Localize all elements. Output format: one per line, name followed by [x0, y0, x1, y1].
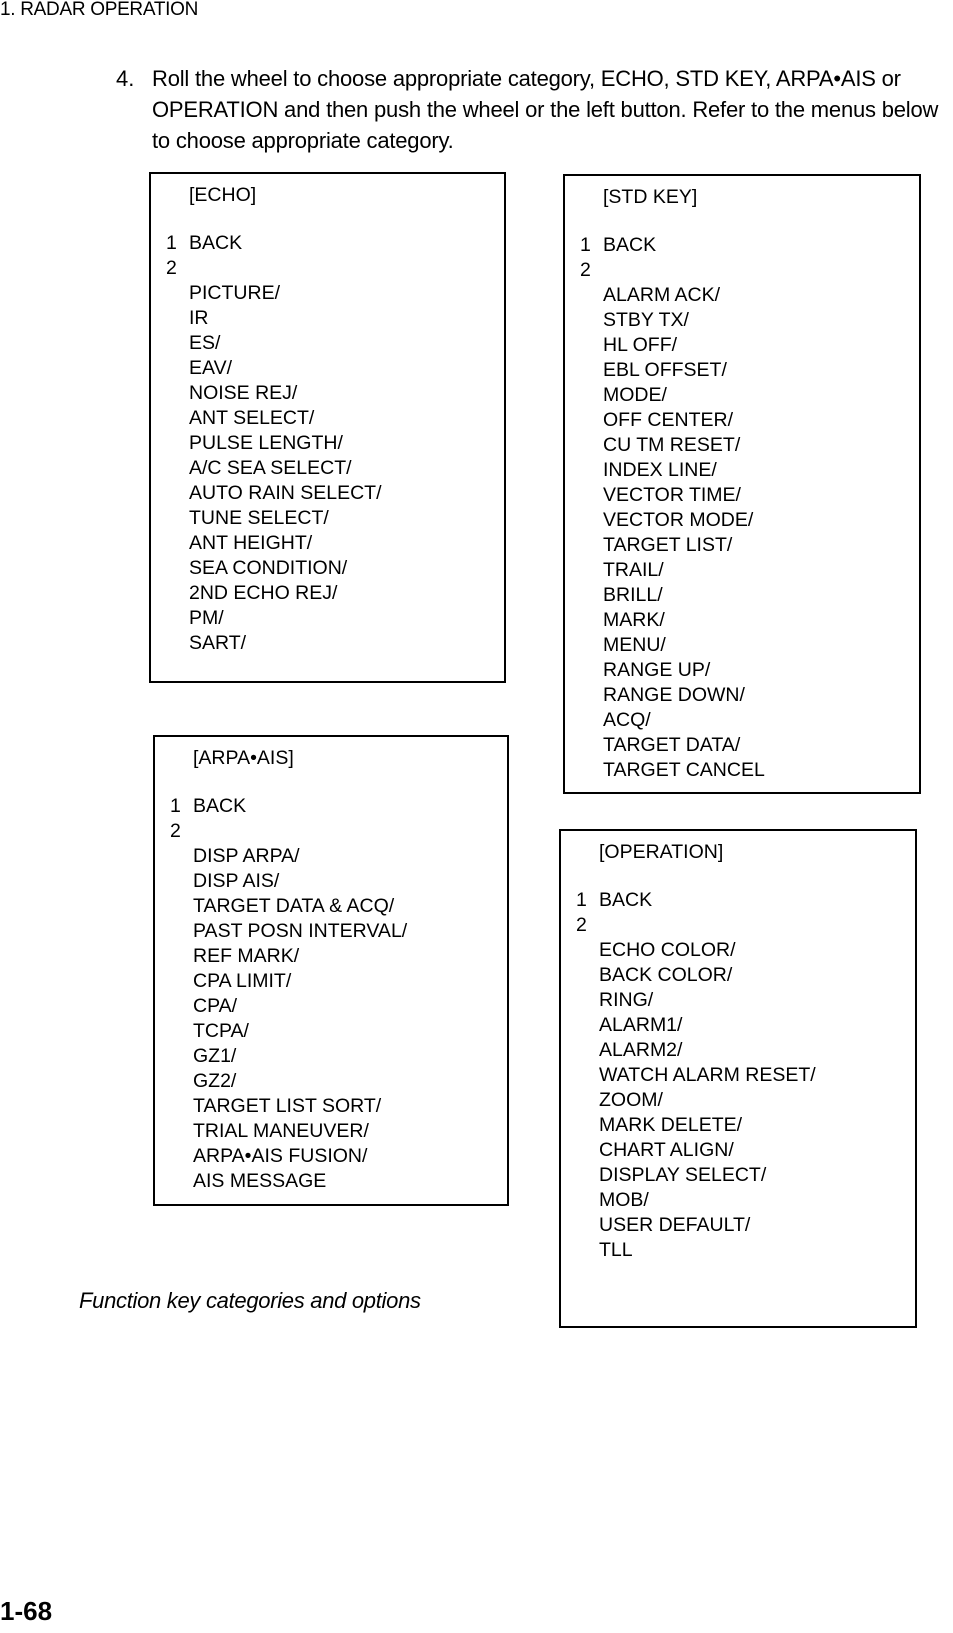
- menu-option: CPA/: [193, 995, 238, 1017]
- menu-option: MENU/: [603, 634, 666, 656]
- menu-option: DISP AIS/: [193, 870, 280, 892]
- menu-option: PAST POSN INTERVAL/: [193, 920, 408, 942]
- menu-option: CHART ALIGN/: [599, 1139, 734, 1161]
- menu-option: DISPLAY SELECT/: [599, 1164, 767, 1186]
- menu-option: TUNE SELECT/: [189, 507, 329, 529]
- menu-option: VECTOR TIME/: [603, 484, 741, 506]
- menu-option: 2ND ECHO REJ/: [189, 582, 338, 604]
- menu-option: ALARM1/: [599, 1014, 683, 1036]
- menu-option: BACK: [599, 889, 653, 911]
- menu-option: GZ2/: [193, 1070, 237, 1092]
- menu-option: PM/: [189, 607, 224, 629]
- menu-option: ALARM2/: [599, 1039, 683, 1061]
- menu-option: REF MARK/: [193, 945, 300, 967]
- menu-option: MODE/: [603, 384, 667, 406]
- menu-option: RING/: [599, 989, 654, 1011]
- menu-option: ES/: [189, 332, 221, 354]
- row-number: 2: [170, 820, 181, 842]
- menu-option: STBY TX/: [603, 309, 689, 331]
- menu-option: TARGET LIST/: [603, 534, 733, 556]
- menu-option: TARGET CANCEL: [603, 759, 765, 781]
- menu-option: ALARM ACK/: [603, 284, 721, 306]
- arpa-ais-menu-box: [ARPA•AIS] 1 BACK 2 DISP ARPA/DISP AIS/TARG…: [153, 735, 509, 1206]
- menu-option: INDEX LINE/: [603, 459, 717, 481]
- chapter-header: 1. RADAR OPERATION: [0, 0, 199, 20]
- menu-option: VECTOR MODE/: [603, 509, 754, 531]
- menu-option: AUTO RAIN SELECT/: [189, 482, 382, 504]
- menu-option: CPA LIMIT/: [193, 970, 292, 992]
- row-number: 2: [166, 257, 177, 279]
- menu-option: WATCH ALARM RESET/: [599, 1064, 816, 1086]
- echo-menu-box: [ECHO] 1 BACK 2 PICTURE/IR ES/EAV/NOISE REJ/…: [149, 172, 506, 683]
- menu-title: [OPERATION]: [599, 841, 724, 863]
- page-number: 1-68: [0, 1596, 53, 1626]
- menu-option: SEA CONDITION/: [189, 557, 348, 579]
- menu-option: NOISE REJ/: [189, 382, 298, 404]
- row-number: 1: [170, 795, 181, 817]
- menu-title: [ECHO]: [189, 184, 257, 206]
- menu-option: BACK: [193, 795, 247, 817]
- menu-option: ANT SELECT/: [189, 407, 315, 429]
- menu-title: [STD KEY]: [603, 186, 698, 208]
- menu-option: USER DEFAULT/: [599, 1214, 751, 1236]
- menu-option: A/C SEA SELECT/: [189, 457, 352, 479]
- menu-option: TARGET LIST SORT/: [193, 1095, 382, 1117]
- menu-option: PULSE LENGTH/: [189, 432, 343, 454]
- menu-option: ZOOM/: [599, 1089, 663, 1111]
- row-number: 2: [580, 259, 591, 281]
- menu-option: TARGET DATA & ACQ/: [193, 895, 395, 917]
- menu-option: CU TM RESET/: [603, 434, 741, 456]
- menu-option: AIS MESSAGE: [193, 1170, 327, 1192]
- menu-option: DISP ARPA/: [193, 845, 300, 867]
- menu-option: EBL OFFSET/: [603, 359, 727, 381]
- menu-option: RANGE UP/: [603, 659, 711, 681]
- menu-option: ARPA•AIS FUSION/: [193, 1145, 368, 1167]
- row-number: 1: [580, 234, 591, 256]
- menu-option: TRIAL MANEUVER/: [193, 1120, 369, 1142]
- figure-caption: Function key categories and options: [79, 1288, 421, 1313]
- menu-option: MARK DELETE/: [599, 1114, 743, 1136]
- menu-option: HL OFF/: [603, 334, 678, 356]
- row-number: 1: [576, 889, 587, 911]
- operation-menu-box: [OPERATION] 1 BACK 2 ECHO COLOR/BACK COLOR/…: [559, 829, 917, 1328]
- menu-title: [ARPA•AIS]: [193, 747, 294, 769]
- menu-option: GZ1/: [193, 1045, 237, 1067]
- row-number: 1: [166, 232, 177, 254]
- menu-option: BACK COLOR/: [599, 964, 733, 986]
- menu-option: BACK: [189, 232, 243, 254]
- menu-option: EAV/: [189, 357, 232, 379]
- menu-option: IR: [189, 307, 209, 329]
- menu-option: MARK/: [603, 609, 665, 631]
- step-number: 4.: [116, 66, 135, 91]
- menu-option: MOB/: [599, 1189, 649, 1211]
- menu-option: BRILL/: [603, 584, 663, 606]
- row-number: 2: [576, 914, 587, 936]
- menu-option: RANGE DOWN/: [603, 684, 745, 706]
- menu-option: BACK: [603, 234, 657, 256]
- menu-option: TRAIL/: [603, 559, 664, 581]
- menu-option: TCPA/: [193, 1020, 249, 1042]
- menu-option: ACQ/: [603, 709, 651, 731]
- menu-option: OFF CENTER/: [603, 409, 733, 431]
- menu-option: TLL: [599, 1239, 633, 1261]
- std-key-menu-box: [STD KEY] 1 BACK 2 ALARM ACK/STBY TX/HL OFF…: [563, 174, 921, 794]
- menu-option: ECHO COLOR/: [599, 939, 736, 961]
- menu-option: TARGET DATA/: [603, 734, 741, 756]
- step-text: Roll the wheel to choose appropriate cat…: [152, 66, 939, 153]
- menu-option: SART/: [189, 632, 247, 654]
- menu-option: PICTURE/: [189, 282, 281, 304]
- menu-option: ANT HEIGHT/: [189, 532, 313, 554]
